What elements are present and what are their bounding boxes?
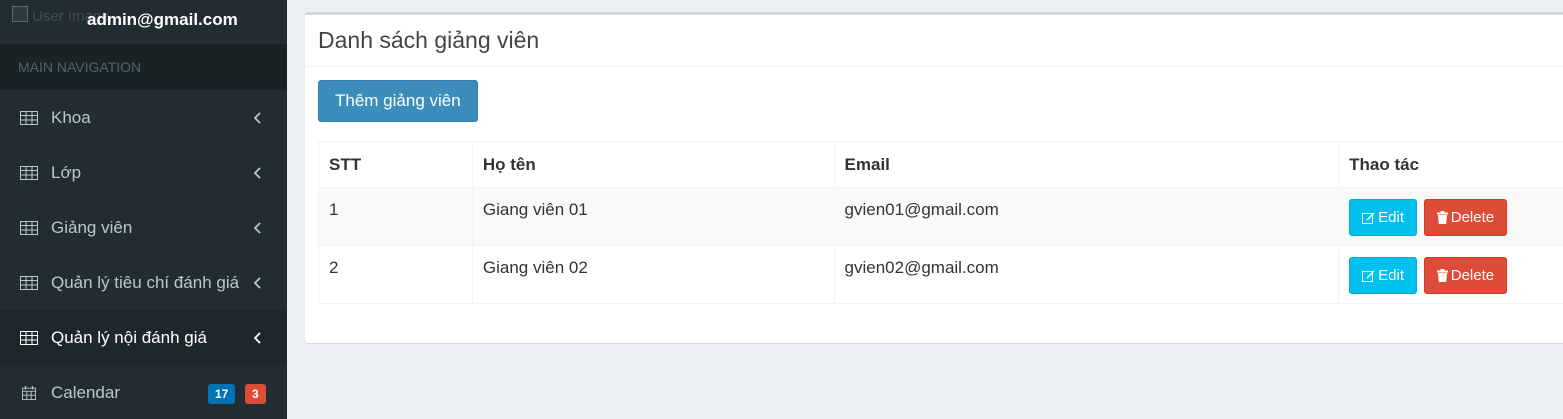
sidebar-item-tieu-chi[interactable]: Quản lý tiêu chí đánh giá [0, 255, 287, 310]
column-header-stt: STT [318, 141, 473, 188]
delete-label: Delete [1450, 209, 1495, 226]
table-row: 2 Giang viên 02 gvien02@gmail.com Edit D… [318, 245, 1563, 304]
sidebar-item-label: Quản lý nội đánh giá [51, 327, 207, 347]
lecturer-table: STT Họ tên Email Thao tác 1 Giang viên 0… [318, 141, 1563, 304]
sidebar-item-label: Giảng viên [51, 217, 133, 237]
edit-icon [1362, 212, 1375, 224]
calendar-badge-alert: 3 [245, 384, 266, 404]
column-header-name: Họ tên [471, 141, 835, 188]
chevron-left-icon [253, 166, 261, 179]
sidebar-item-label: Quản lý tiêu chí đánh giá [51, 272, 240, 292]
column-header-email: Email [833, 141, 1340, 188]
box-header: Danh sách giảng viên [305, 15, 1563, 67]
page-title: Danh sách giảng viên [318, 27, 540, 53]
sidebar-item-label: Lớp [51, 162, 82, 182]
calendar-icon [22, 385, 36, 400]
chevron-left-icon [253, 331, 261, 344]
chevron-left-icon [253, 276, 261, 289]
table-icon [20, 275, 38, 290]
chevron-left-icon [253, 221, 261, 234]
cell-name: Giang viên 01 [471, 187, 835, 246]
edit-label: Edit [1378, 267, 1404, 284]
add-lecturer-button[interactable]: Thêm giảng viên [318, 80, 478, 122]
delete-label: Delete [1450, 267, 1495, 284]
table-header-row: STT Họ tên Email Thao tác [318, 141, 1563, 188]
table-icon [20, 220, 38, 235]
edit-label: Edit [1378, 209, 1404, 226]
table-icon [20, 165, 38, 180]
edit-icon [1362, 270, 1375, 282]
user-panel: User Image admin@gmail.com [0, 0, 287, 44]
calendar-badge-count: 17 [208, 384, 236, 404]
chevron-left-icon [253, 111, 261, 124]
table-icon [20, 110, 38, 125]
sidebar-item-noi-dung[interactable]: Quản lý nội đánh giá [0, 310, 287, 365]
column-header-actions: Thao tác [1338, 141, 1563, 188]
sidebar-item-giang-vien[interactable]: Giảng viên [0, 200, 287, 255]
lecturer-list-box: Danh sách giảng viên Thêm giảng viên STT… [305, 12, 1563, 343]
delete-button[interactable]: Delete [1423, 199, 1508, 236]
table-row: 1 Giang viên 01 gvien01@gmail.com Edit D… [318, 187, 1563, 246]
sidebar-item-lop[interactable]: Lớp [0, 145, 287, 200]
cell-email: gvien02@gmail.com [833, 245, 1340, 304]
sidebar: User Image admin@gmail.com MAIN NAVIGATI… [0, 0, 287, 419]
cell-stt: 2 [318, 245, 473, 304]
nav-header: MAIN NAVIGATION [0, 44, 287, 90]
cell-actions: Edit Delete [1338, 245, 1563, 304]
sidebar-item-calendar[interactable]: Calendar 17 3 [0, 365, 287, 419]
user-email: admin@gmail.com [87, 10, 238, 29]
cell-actions: Edit Delete [1338, 187, 1563, 246]
trash-icon [1436, 269, 1448, 282]
sidebar-item-khoa[interactable]: Khoa [0, 90, 287, 145]
broken-image-icon [12, 6, 28, 22]
sidebar-item-label: Calendar [51, 382, 120, 402]
table-icon [20, 330, 38, 345]
edit-button[interactable]: Edit [1349, 257, 1417, 294]
cell-email: gvien01@gmail.com [833, 187, 1340, 246]
edit-button[interactable]: Edit [1349, 199, 1417, 236]
cell-stt: 1 [318, 187, 473, 246]
user-avatar: User Image [12, 6, 110, 26]
trash-icon [1436, 211, 1448, 224]
cell-name: Giang viên 02 [471, 245, 835, 304]
sidebar-item-label: Khoa [51, 107, 91, 127]
delete-button[interactable]: Delete [1423, 257, 1508, 294]
